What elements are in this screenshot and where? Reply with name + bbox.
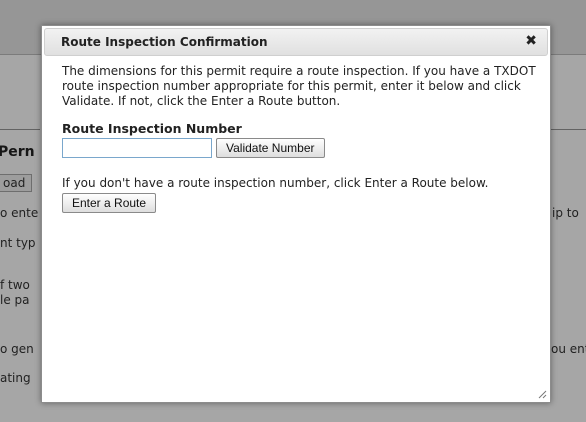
no-number-text: If you don't have a route inspection num… [62,176,489,190]
intro-text: The dimensions for this permit require a… [62,64,536,108]
resize-grip-icon[interactable] [537,389,547,399]
dialog-titlebar[interactable]: Route Inspection Confirmation ✖ [44,28,548,56]
route-inspection-number-input[interactable] [62,138,212,158]
close-icon[interactable]: ✖ [525,33,537,49]
dialog-title: Route Inspection Confirmation [61,35,268,49]
route-inspection-row: Validate Number [62,138,540,158]
route-inspection-dialog: Route Inspection Confirmation ✖ The dime… [41,25,551,403]
route-inspection-number-label: Route Inspection Number [62,121,242,136]
validate-number-button[interactable]: Validate Number [216,138,325,158]
dialog-content: The dimensions for this permit require a… [62,64,540,213]
enter-route-button[interactable]: Enter a Route [62,193,157,213]
